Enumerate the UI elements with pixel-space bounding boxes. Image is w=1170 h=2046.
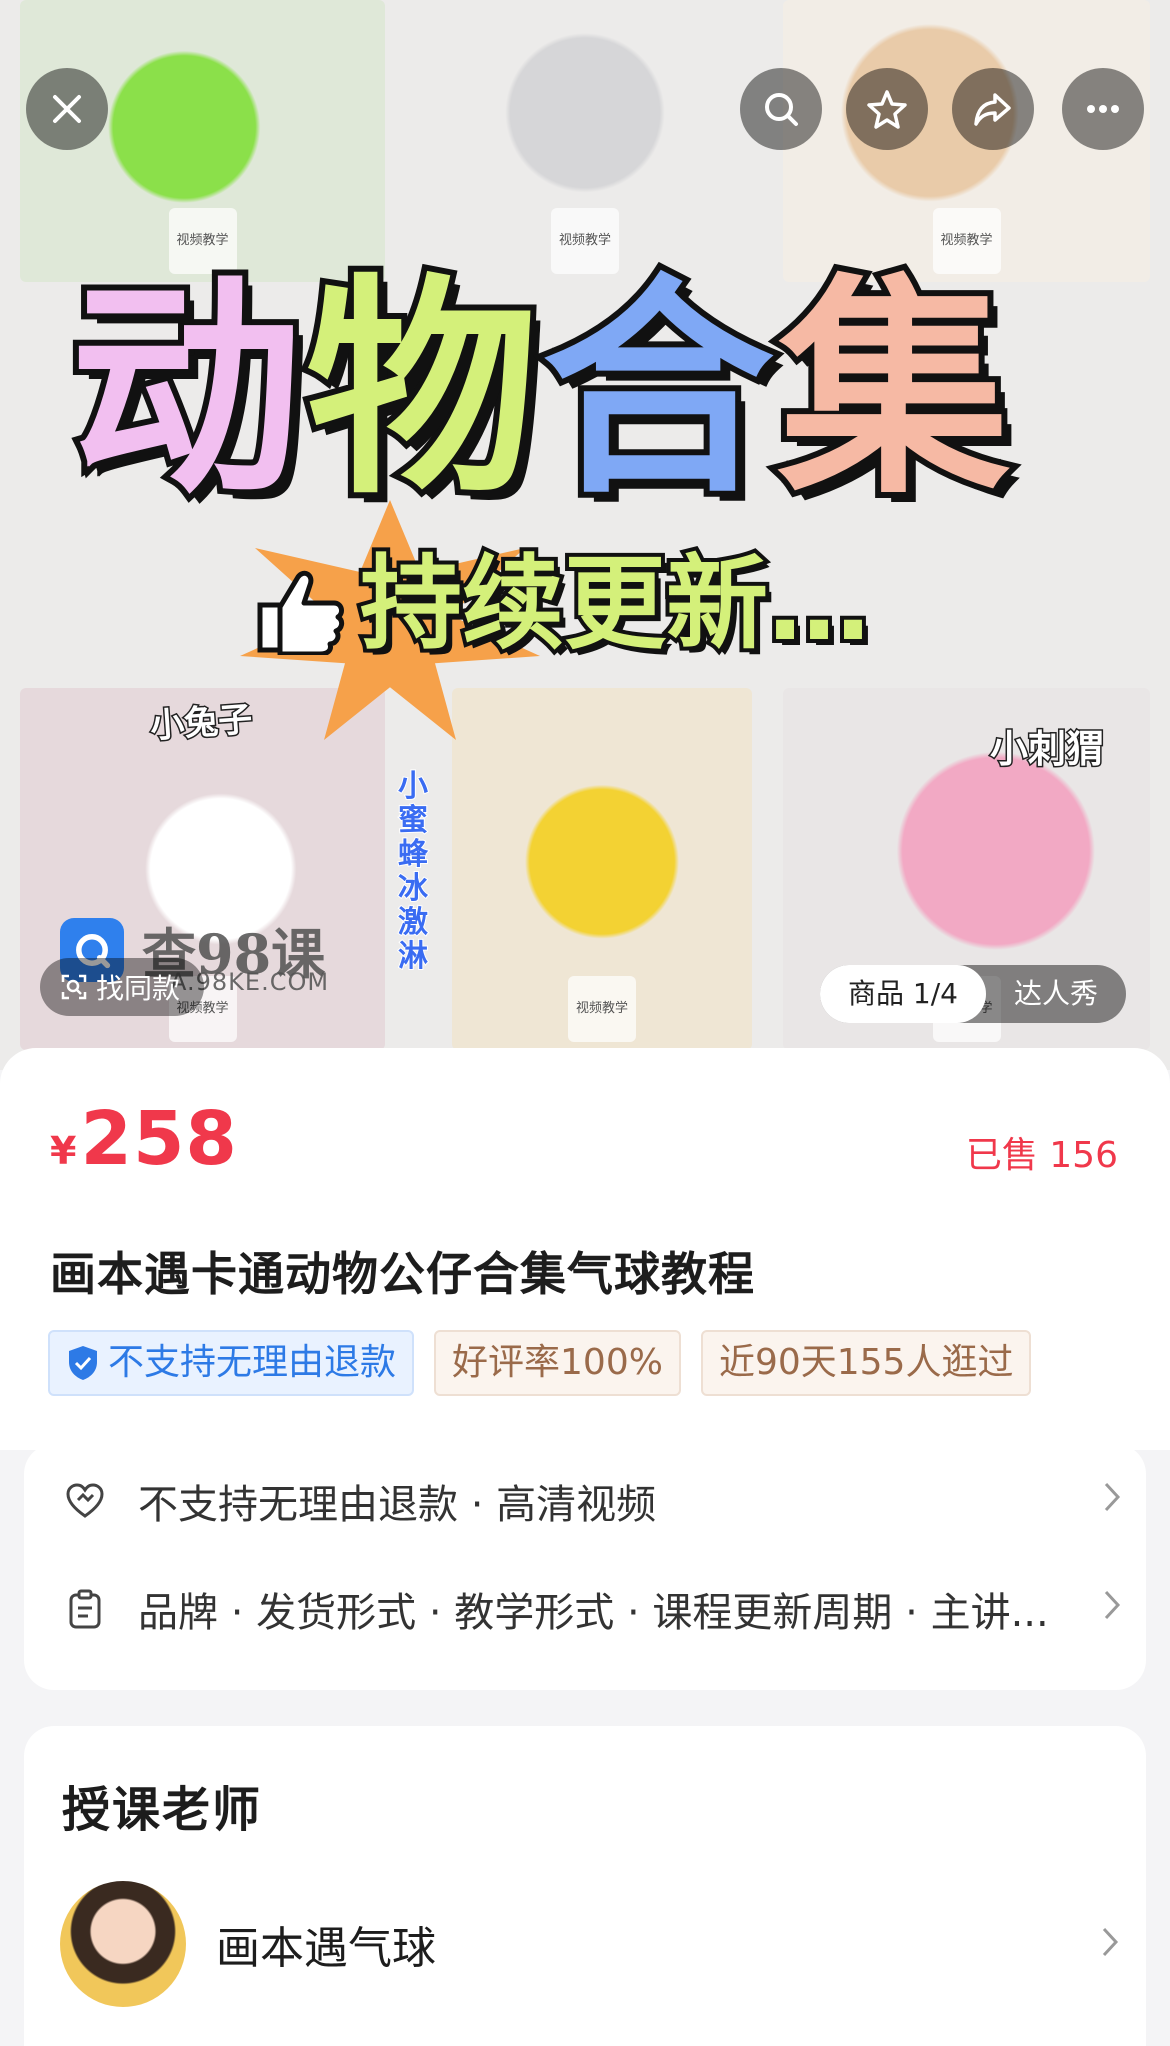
share-button[interactable]	[952, 68, 1034, 150]
find-same-button[interactable]: 找同款	[40, 958, 205, 1016]
close-button[interactable]	[26, 68, 108, 150]
tag-rating: 好评率100%	[434, 1330, 681, 1396]
product-image-carousel[interactable]: 视频教学 视频教学 视频教学 视频教学 视频教学 视频教学 动 物 合 集 持续…	[0, 0, 1170, 1070]
product-summary-card: ¥ 258 已售 156 画本遇卡通动物公仔合集气球教程 不支持无理由退款 好评…	[0, 1048, 1170, 1450]
hedgehog-label: 小刺猬	[988, 726, 1105, 773]
product-tags: 不支持无理由退款 好评率100% 近90天155人逛过	[48, 1330, 1032, 1396]
tile-bee-balloon: 视频教学	[452, 688, 752, 1050]
tag-label: 好评率100%	[452, 1342, 663, 1383]
sold-count: 已售 156	[965, 1135, 1118, 1176]
headline-char: 集	[772, 254, 1016, 526]
close-icon	[53, 95, 81, 123]
currency-symbol: ¥	[50, 1129, 77, 1173]
find-same-label: 找同款	[96, 972, 181, 1005]
more-button[interactable]	[1062, 68, 1144, 150]
heart-icon	[62, 1478, 108, 1524]
price-value: 258	[80, 1096, 238, 1182]
tag-label: 近90天155人逛过	[718, 1342, 1014, 1383]
teacher-card: 授课老师 画本遇气球	[24, 1726, 1146, 2046]
banner-subline: 持续更新…	[356, 541, 874, 668]
search-icon	[765, 93, 798, 126]
price: ¥ 258	[50, 1096, 238, 1182]
share-icon	[974, 93, 1011, 126]
service-text: 不支持无理由退款 · 高清视频	[138, 1482, 657, 1528]
shield-check-icon	[69, 1346, 97, 1380]
pager-products[interactable]: 商品 1/4	[820, 965, 986, 1023]
bee-label: 小蜜蜂冰激淋	[397, 769, 429, 975]
teacher-avatar[interactable]	[60, 1881, 186, 2007]
service-info-card: 不支持无理由退款 · 高清视频 品牌 · 发货形式 · 教学形式 · 课程更新周…	[24, 1444, 1146, 1690]
product-title: 画本遇卡通动物公仔合集气球教程	[50, 1247, 755, 1301]
carousel-pager[interactable]: 商品 1/4 达人秀	[820, 965, 1126, 1023]
chevron-right-icon	[1082, 1478, 1122, 1524]
chevron-right-icon	[1082, 1586, 1122, 1632]
pager-showcase[interactable]: 达人秀	[986, 965, 1126, 1023]
params-row[interactable]: 品牌 · 发货形式 · 教学形式 · 课程更新周期 · 主讲...	[62, 1574, 1122, 1644]
tile-tag: 视频教学	[567, 976, 637, 1042]
tag-label: 不支持无理由退款	[108, 1342, 397, 1383]
search-button[interactable]	[740, 68, 822, 150]
headline-char: 合	[536, 254, 780, 526]
rabbit-label: 小兔子	[147, 698, 255, 748]
params-text: 品牌 · 发货形式 · 教学形式 · 课程更新周期 · 主讲...	[138, 1590, 1049, 1636]
favorite-button[interactable]	[846, 68, 928, 150]
teacher-row[interactable]: 画本遇气球	[60, 1880, 1120, 2008]
banner-headline: 动 物 合 集	[64, 254, 1130, 526]
scan-icon	[61, 974, 87, 1000]
teacher-name: 画本遇气球	[216, 1923, 436, 1974]
service-row[interactable]: 不支持无理由退款 · 高清视频	[62, 1466, 1122, 1536]
headline-char: 物	[300, 254, 544, 526]
thumbs-up-icon	[257, 570, 345, 655]
tile-koala-balloon: 视频教学	[402, 0, 768, 282]
more-icon	[1087, 105, 1119, 113]
tag-no-return: 不支持无理由退款	[48, 1330, 415, 1396]
clipboard-icon	[62, 1586, 108, 1632]
tag-visitors: 近90天155人逛过	[700, 1330, 1032, 1396]
chevron-right-icon	[1100, 1925, 1120, 1963]
headline-char: 动	[64, 254, 308, 526]
star-icon	[867, 90, 907, 129]
teacher-heading: 授课老师	[62, 1782, 263, 1838]
